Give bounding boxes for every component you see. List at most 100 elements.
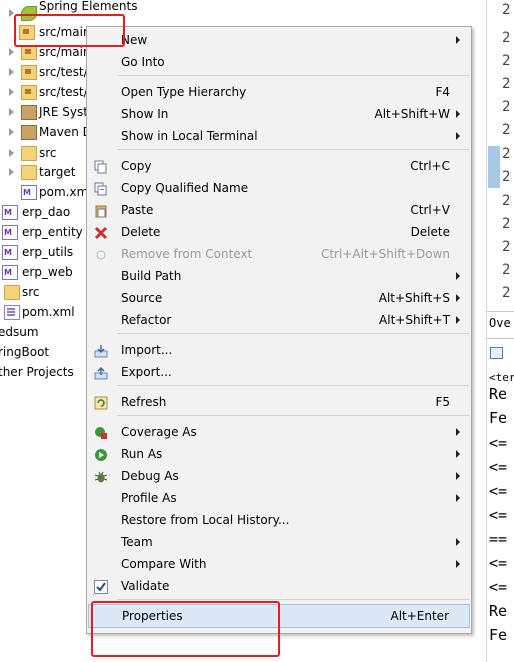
line-number: 2 <box>502 30 511 46</box>
console-tag: <ter <box>489 371 514 384</box>
annotation-highlight-properties <box>91 601 280 657</box>
menu-item-coverage-as[interactable]: Coverage As <box>88 421 470 443</box>
console-line: <= <box>489 482 508 500</box>
menu-item-label: Profile As <box>121 491 177 505</box>
tree-item-target[interactable]: target <box>0 162 90 182</box>
expand-arrow-icon[interactable] <box>9 48 14 56</box>
menu-separator <box>117 415 469 416</box>
tree-item-edsum[interactable]: edsum <box>0 322 90 342</box>
menu-item-refresh[interactable]: Refresh F5 <box>88 391 470 413</box>
menu-item-export[interactable]: Export... <box>88 361 470 383</box>
menu-item-run-as[interactable]: Run As <box>88 443 470 465</box>
coverage-icon <box>94 425 108 439</box>
expand-arrow-icon[interactable] <box>9 128 14 136</box>
menu-item-source[interactable]: Source Alt+Shift+S <box>88 287 470 309</box>
menu-item-remove-from-context[interactable]: Remove from Context Ctrl+Alt+Shift+Down <box>88 243 470 265</box>
checkbox-checked-icon <box>94 579 108 594</box>
tree-item-pom-xml[interactable]: pom.xml <box>0 182 92 203</box>
remove-from-context-icon <box>94 247 108 261</box>
menu-item-delete[interactable]: Delete Delete <box>88 221 470 243</box>
submenu-arrow-icon <box>456 560 460 568</box>
tree-item-erp-dao[interactable]: erp_dao <box>0 202 90 223</box>
menu-item-shortcut: F4 <box>435 85 450 99</box>
source-folder-icon <box>21 85 37 100</box>
menu-item-label: Source <box>121 291 163 305</box>
menu-item-label: Import... <box>121 343 173 357</box>
maven-project-icon <box>2 223 18 243</box>
expand-arrow-icon[interactable] <box>9 68 14 76</box>
tree-item-label: JRE Syst <box>39 105 88 119</box>
tree-item-label: src/test/ <box>39 65 88 79</box>
menu-item-team[interactable]: Team <box>88 531 470 553</box>
xml-file-icon <box>4 305 20 320</box>
menu-item-label: Refactor <box>121 313 172 327</box>
menu-item-label: Run As <box>121 447 163 461</box>
menu-item-shortcut: Ctrl+V <box>410 203 450 217</box>
menu-item-copy-qualified-name[interactable]: Copy Qualified Name <box>88 177 470 199</box>
menu-item-label: Validate <box>121 579 170 593</box>
tree-item-label: pom.xml <box>22 305 75 319</box>
menu-item-refactor[interactable]: Refactor Alt+Shift+T <box>88 309 470 331</box>
menu-item-compare-with[interactable]: Compare With <box>88 553 470 575</box>
menu-item-label: Open Type Hierarchy <box>121 85 247 99</box>
menu-separator <box>117 75 469 76</box>
menu-item-shortcut: Alt+Shift+T <box>379 313 450 327</box>
menu-item-shortcut: F5 <box>435 395 450 409</box>
tree-item-label: erp_dao <box>22 205 71 219</box>
tree-item-label: ther Projects <box>0 365 74 379</box>
menu-item-profile-as[interactable]: Profile As <box>88 487 470 509</box>
expand-arrow-icon[interactable] <box>9 168 14 176</box>
source-folder-icon <box>21 45 37 60</box>
tree-item-src-test-resources[interactable]: src/test/ <box>0 82 90 102</box>
menu-item-go-into[interactable]: Go Into <box>88 51 470 73</box>
tree-item-src[interactable]: src <box>0 143 90 163</box>
submenu-arrow-icon <box>456 538 460 546</box>
expand-arrow-icon[interactable] <box>9 149 14 157</box>
line-number: 2 <box>502 2 511 18</box>
submenu-arrow-icon <box>456 272 460 280</box>
submenu-arrow-icon <box>456 316 460 324</box>
tree-item-src-test-java[interactable]: src/test/ <box>0 62 90 82</box>
console-line: Re <box>489 602 508 620</box>
tree-item-label: src <box>22 285 40 299</box>
panel-divider <box>487 338 514 339</box>
menu-item-shortcut: Ctrl+C <box>410 159 450 173</box>
overview-tab[interactable]: Ove <box>489 316 511 330</box>
menu-item-import[interactable]: Import... <box>88 339 470 361</box>
tree-item-maven-dependencies[interactable]: Maven D <box>0 122 92 142</box>
menu-separator <box>117 385 469 386</box>
console-icon[interactable] <box>490 347 503 359</box>
tree-item-other-projects[interactable]: ther Projects <box>0 362 90 382</box>
expand-arrow-icon[interactable] <box>9 88 14 96</box>
menu-item-show-in-local-terminal[interactable]: Show in Local Terminal <box>88 125 470 147</box>
tree-item-erp-web[interactable]: erp_web <box>0 262 90 283</box>
menu-item-show-in[interactable]: Show In Alt+Shift+W <box>88 103 470 125</box>
menu-item-shortcut: Alt+Shift+S <box>378 291 450 305</box>
tree-item-src-root[interactable]: src <box>0 282 90 302</box>
copy-qualified-name-icon <box>94 181 108 196</box>
tree-item-springboot[interactable]: ringBoot <box>0 342 90 362</box>
menu-item-paste[interactable]: Paste Ctrl+V <box>88 199 470 221</box>
import-icon <box>94 343 108 358</box>
tree-item-erp-utils[interactable]: erp_utils <box>0 242 90 263</box>
menu-item-validate[interactable]: Validate <box>88 575 470 597</box>
menu-item-restore-from-local-history[interactable]: Restore from Local History... <box>88 509 470 531</box>
menu-item-label: Remove from Context <box>121 247 253 261</box>
tree-item-erp-entity[interactable]: erp_entity <box>0 222 90 243</box>
console-line: == <box>489 530 508 548</box>
context-menu: New Go Into Open Type Hierarchy F4 Show … <box>86 26 472 634</box>
menu-item-shortcut: Delete <box>410 225 450 239</box>
menu-item-copy[interactable]: Copy Ctrl+C <box>88 155 470 177</box>
menu-item-new[interactable]: New <box>88 29 470 51</box>
source-folder-icon <box>21 65 37 80</box>
expand-arrow-icon[interactable] <box>9 108 14 116</box>
menu-item-shortcut: Ctrl+Alt+Shift+Down <box>320 247 450 261</box>
menu-item-build-path[interactable]: Build Path <box>88 265 470 287</box>
tree-item-label: edsum <box>0 325 39 339</box>
tree-item-jre-system-library[interactable]: JRE Syst <box>0 102 90 122</box>
menu-item-debug-as[interactable]: Debug As <box>88 465 470 487</box>
menu-item-label: Restore from Local History... <box>121 513 290 527</box>
tree-item-pom-xml-root[interactable]: pom.xml <box>0 302 90 322</box>
menu-item-open-type-hierarchy[interactable]: Open Type Hierarchy F4 <box>88 81 470 103</box>
menu-item-label: Show In <box>121 107 169 121</box>
